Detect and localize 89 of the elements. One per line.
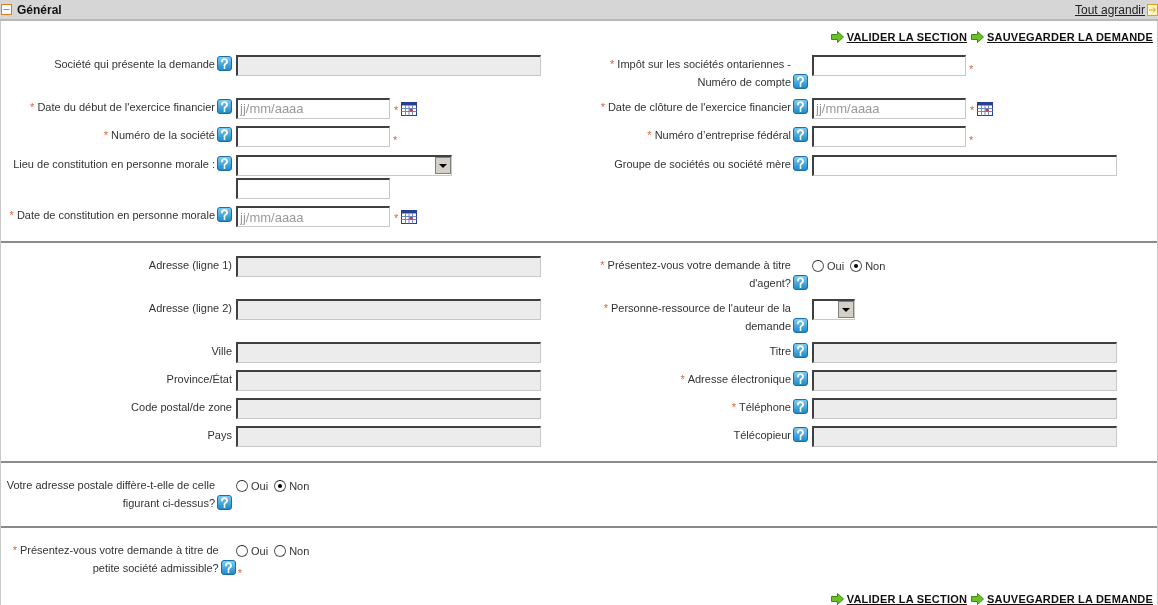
section-title: Général xyxy=(17,1,62,19)
action-link[interactable]: SAUVEGARDER LA DEMANDE xyxy=(987,29,1153,46)
date-field[interactable]: jj/mm/aaaa xyxy=(812,97,966,119)
arrow-right-icon xyxy=(971,593,985,605)
required-mark: * xyxy=(237,566,242,581)
field-label: Adresse électronique xyxy=(687,373,791,385)
radio-button[interactable] xyxy=(274,545,287,558)
calendar-icon[interactable] xyxy=(401,100,418,116)
field-label: Ville xyxy=(211,345,232,357)
arrow-right-icon xyxy=(830,593,844,605)
help-icon[interactable] xyxy=(217,156,232,171)
text-field[interactable] xyxy=(236,178,390,199)
collapse-icon[interactable] xyxy=(1,4,12,15)
help-icon[interactable] xyxy=(793,318,808,333)
help-icon[interactable] xyxy=(793,73,808,89)
required-mark: * xyxy=(731,401,736,413)
field-label: Province/État xyxy=(166,373,232,385)
field-label: Votre adresse postale diffère-t-elle de celle figurant ci-dessus? xyxy=(6,479,215,509)
radio-label: Non xyxy=(865,259,886,274)
radio-label: Oui xyxy=(827,259,845,274)
field-label: Code postal/de zone xyxy=(131,401,232,413)
help-icon[interactable] xyxy=(217,126,232,142)
field-label: Télécopieur xyxy=(733,429,791,441)
field-label: Date du début de l'exercice financier xyxy=(37,100,215,113)
required-mark: * xyxy=(680,373,685,385)
radio-button[interactable] xyxy=(236,480,248,493)
radio-label: Non xyxy=(289,479,310,494)
date-field[interactable]: jj/mm/aaaa xyxy=(236,206,390,227)
required-mark: * xyxy=(394,102,399,118)
required-mark: * xyxy=(647,128,652,141)
required-mark: * xyxy=(603,302,608,314)
required-mark: * xyxy=(393,132,398,148)
help-icon[interactable] xyxy=(793,275,808,290)
help-icon[interactable] xyxy=(220,560,236,575)
field-label: Téléphone xyxy=(739,401,791,413)
required-mark: * xyxy=(30,100,35,113)
field-label: Société qui présente la demande xyxy=(54,57,215,70)
required-mark: * xyxy=(12,544,17,556)
required-mark: * xyxy=(969,132,974,148)
text-field[interactable] xyxy=(812,155,1117,176)
help-icon[interactable] xyxy=(793,126,808,142)
field-label: Groupe de sociétés ou société mère xyxy=(614,158,791,170)
expand-all-link[interactable]: Tout agrandir xyxy=(1074,0,1145,19)
field-label: Présentez-vous votre demande à titre d'agent? xyxy=(607,259,791,289)
field-label: Adresse (ligne 1) xyxy=(148,259,232,271)
radio-button[interactable] xyxy=(274,480,287,493)
field-label: Impôt sur les sociétés ontariennes - Numéro de compte xyxy=(617,57,791,88)
field-label: Présentez-vous votre demande à titre de petite société admissible? xyxy=(20,544,219,574)
radio-button[interactable] xyxy=(236,545,248,558)
field-label: Date de constitution en personne morale xyxy=(16,209,215,221)
help-icon[interactable] xyxy=(217,495,232,510)
arrow-right-icon xyxy=(971,31,985,44)
help-icon[interactable] xyxy=(793,98,808,114)
field-label: Numéro de la société xyxy=(111,128,215,141)
text-field[interactable] xyxy=(236,125,390,147)
text-field[interactable] xyxy=(812,125,966,147)
dropdown[interactable] xyxy=(236,155,452,176)
radio-button[interactable] xyxy=(812,260,824,273)
field-label: Personne-ressource de l'auteur de la demande xyxy=(610,302,791,332)
required-mark: * xyxy=(610,57,615,70)
radio-label: Non xyxy=(289,544,310,559)
radio-label: Oui xyxy=(251,479,269,494)
radio-label: Oui xyxy=(251,544,269,559)
field-label: Date de clôture de l'exercice financier xyxy=(607,100,791,113)
date-field[interactable]: jj/mm/aaaa xyxy=(236,97,390,119)
radio-button[interactable] xyxy=(850,260,863,273)
required-mark: * xyxy=(600,259,605,271)
field-label: Numéro d’entreprise fédéral xyxy=(654,128,791,141)
action-link[interactable]: SAUVEGARDER LA DEMANDE xyxy=(987,591,1153,605)
calendar-icon[interactable] xyxy=(401,209,418,224)
arrow-right-icon xyxy=(830,31,844,44)
required-mark: * xyxy=(969,61,974,77)
field-label: Lieu de constitution en personne morale : xyxy=(13,158,215,170)
text-field[interactable] xyxy=(812,54,966,76)
action-link[interactable]: VALIDER LA SECTION xyxy=(846,29,968,46)
required-mark: * xyxy=(600,100,605,113)
field-label: Adresse (ligne 2) xyxy=(148,302,232,314)
field-label: Pays xyxy=(207,429,232,441)
dropdown[interactable] xyxy=(812,299,855,320)
required-mark: * xyxy=(970,102,975,118)
help-icon[interactable] xyxy=(793,156,808,171)
help-icon[interactable] xyxy=(217,98,232,114)
field-label: Titre xyxy=(769,345,791,357)
required-mark: * xyxy=(394,211,399,227)
help-icon[interactable] xyxy=(217,207,232,222)
required-mark: * xyxy=(9,209,14,221)
required-mark: * xyxy=(103,128,109,141)
action-link[interactable]: VALIDER LA SECTION xyxy=(846,591,968,605)
calendar-icon[interactable] xyxy=(977,100,994,116)
